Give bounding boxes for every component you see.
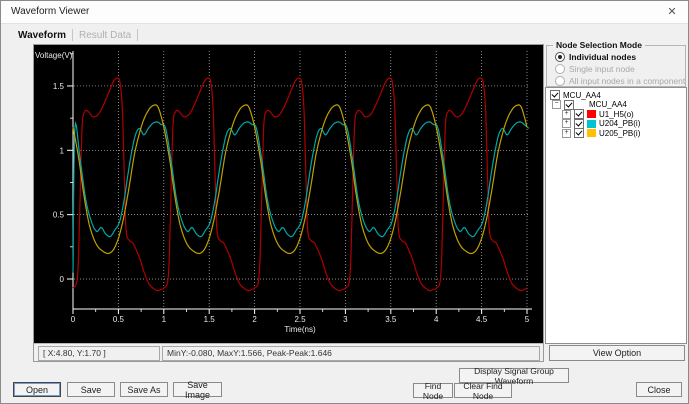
radio-option: Single input node (555, 64, 635, 74)
open-button[interactable]: Open (13, 382, 61, 397)
y-tick-label: 0.5 (53, 211, 65, 220)
x-tick-label: 2.5 (294, 315, 306, 324)
tree-row[interactable]: + U205_PB(i) (546, 128, 686, 139)
window-title: Waveform Viewer (11, 6, 90, 17)
expander-minus-icon[interactable]: − (552, 100, 561, 110)
plot-status-bar: [ X:4.80, Y:1.70 ] MinY:-0.080, MaxY:1.5… (34, 343, 543, 361)
node-selection-mode-group: Node Selection Mode Individual nodes Sing… (546, 40, 686, 87)
save-image-button[interactable]: Save Image (173, 380, 222, 400)
radio-selected-icon[interactable] (555, 52, 565, 62)
close-button[interactable]: Close (636, 382, 682, 397)
title-bar: Waveform Viewer ✕ (1, 1, 688, 24)
radio-option-label: Individual nodes (569, 52, 637, 62)
waveform-curves (72, 77, 530, 292)
save-button[interactable]: Save (67, 382, 115, 397)
tree-item-label[interactable]: U204_PB(i) (599, 119, 640, 128)
waveform-plot[interactable]: 0 0.5 1 1.5 0 0.5 1 1.5 2 2.5 3 3.5 4 4.5 5 Voltage(V)… (34, 45, 541, 342)
tab-separator (137, 29, 139, 41)
radio-option[interactable]: Individual nodes (555, 52, 636, 62)
x-tick-label: 3.5 (385, 315, 397, 324)
tree-row[interactable]: MCU_AA4 (546, 90, 686, 100)
tab-waveform[interactable]: Waveform (13, 30, 71, 41)
tree-row[interactable]: + U204_PB(i) (546, 118, 686, 129)
radio-option: All input nodes in a component (555, 76, 685, 86)
waveform-stats-readout: MinY:-0.080, MaxY:1.566, Peak-Peak:1.646 (162, 346, 540, 361)
x-tick-label: 3 (343, 315, 348, 324)
radio-option-label: Single input node (569, 64, 635, 74)
tree-item-label[interactable]: MCU_AA4 (563, 91, 601, 100)
tree-row[interactable]: − MCU_AA4 (546, 99, 686, 110)
radio-unselected-icon (555, 76, 565, 86)
y-axis-title: Voltage(V) (35, 51, 73, 60)
tab-result-data[interactable]: Result Data (74, 30, 136, 41)
group-title: Node Selection Mode (553, 40, 645, 50)
cursor-position-readout: [ X:4.80, Y:1.70 ] (38, 346, 160, 361)
series-color-swatch (587, 129, 596, 138)
view-option-button[interactable]: View Option (549, 345, 685, 361)
x-tick-label: 4.5 (476, 315, 488, 324)
x-tick-label: 4 (434, 315, 439, 324)
tab-separator (71, 29, 73, 41)
x-tick-label: 1.5 (204, 315, 216, 324)
x-tick-label: 5 (525, 315, 530, 324)
checkbox-checked[interactable] (574, 109, 584, 120)
x-tick-label: 2 (252, 315, 257, 324)
y-tick-label: 0 (60, 275, 65, 284)
waveform-curve-u204-pb-i- (72, 121, 530, 273)
radio-option-label: All input nodes in a component (569, 76, 686, 86)
expander-plus-icon[interactable]: + (562, 128, 571, 138)
checkbox-checked[interactable] (564, 99, 574, 110)
plot-tick-labels: 0 0.5 1 1.5 0 0.5 1 1.5 2 2.5 3 3.5 4 4.5 5 (53, 82, 530, 324)
x-tick-label: 1 (162, 315, 167, 324)
checkbox-checked[interactable] (574, 128, 584, 139)
checkbox-checked[interactable] (550, 90, 560, 100)
plot-ticks (67, 53, 528, 314)
radio-unselected-icon (555, 64, 565, 74)
x-axis-title: Time(ns) (284, 325, 316, 334)
clear-find-node-button[interactable]: Clear Find Node (454, 381, 512, 401)
tree-item-label[interactable]: MCU_AA4 (589, 100, 627, 109)
node-tree[interactable]: MCU_AA4− MCU_AA4 + U1_H5(o) + U204_PB(i) + U205… (545, 87, 687, 344)
waveform-viewer-window: Waveform Viewer ✕ Waveform Result Data 0… (0, 0, 689, 404)
series-color-swatch (587, 110, 596, 119)
expander-plus-icon[interactable]: + (562, 109, 571, 119)
tree-item-label[interactable]: U1_H5(o) (599, 110, 634, 119)
tab-bar: Waveform Result Data (13, 27, 139, 43)
series-color-swatch (587, 119, 596, 128)
find-node-button[interactable]: Find Node (413, 381, 453, 401)
x-tick-label: 0.5 (113, 315, 125, 324)
expander-plus-icon[interactable]: + (562, 119, 571, 129)
y-tick-label: 1.5 (53, 82, 65, 91)
tree-row[interactable]: + U1_H5(o) (546, 109, 686, 120)
close-icon[interactable]: ✕ (664, 4, 680, 20)
y-tick-label: 1 (60, 146, 65, 155)
x-tick-label: 0 (71, 315, 76, 324)
tree-item-label[interactable]: U205_PB(i) (599, 129, 640, 138)
waveform-plot-panel: 0 0.5 1 1.5 0 0.5 1 1.5 2 2.5 3 3.5 4 4.5 5 Voltage(V)… (33, 44, 544, 362)
save-as-button[interactable]: Save As (120, 382, 168, 397)
